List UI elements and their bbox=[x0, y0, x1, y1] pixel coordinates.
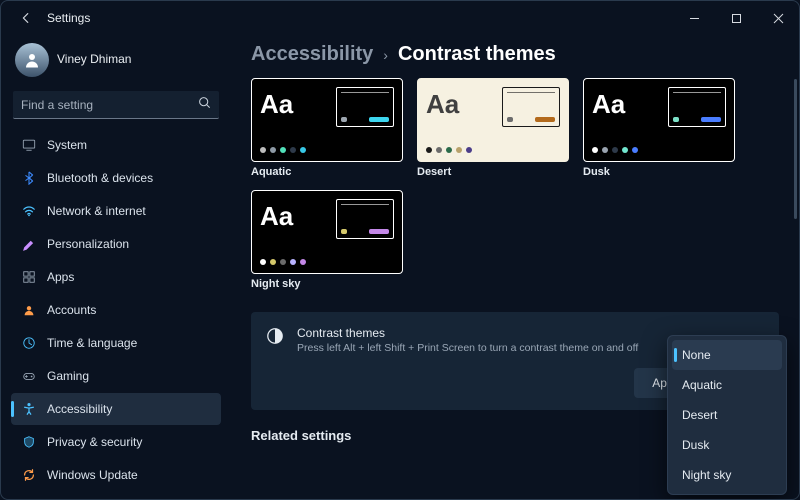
theme-card-dusk[interactable]: Aa Dusk bbox=[583, 78, 735, 178]
profile[interactable]: Viney Dhiman bbox=[11, 41, 221, 85]
dropdown-option-none[interactable]: None bbox=[672, 340, 782, 370]
swatches bbox=[592, 147, 638, 153]
dropdown-option-dusk[interactable]: Dusk bbox=[672, 430, 782, 460]
theme-dropdown[interactable]: None Aquatic Desert Dusk Night sky bbox=[667, 335, 787, 495]
sidebar-item-label: Personalization bbox=[47, 237, 129, 251]
dropdown-option-aquatic[interactable]: Aquatic bbox=[672, 370, 782, 400]
update-icon bbox=[21, 467, 37, 483]
theme-thumb: Aa bbox=[251, 190, 403, 274]
sidebar-item-label: Apps bbox=[47, 270, 74, 284]
accessibility-icon bbox=[21, 401, 37, 417]
sidebar-item-label: Bluetooth & devices bbox=[47, 171, 153, 185]
window-mini-icon bbox=[502, 87, 560, 127]
sidebar-item-personalization[interactable]: Personalization bbox=[11, 228, 221, 260]
swatches bbox=[260, 259, 306, 265]
gaming-icon bbox=[21, 368, 37, 384]
sidebar-item-system[interactable]: System bbox=[11, 129, 221, 161]
main-content: Accessibility › Contrast themes Aa Aquat… bbox=[229, 35, 799, 499]
window-mini-icon bbox=[668, 87, 726, 127]
network-icon bbox=[21, 203, 37, 219]
minimize-button[interactable] bbox=[673, 1, 715, 35]
window-title: Settings bbox=[47, 11, 90, 25]
close-button[interactable] bbox=[757, 1, 799, 35]
sidebar-item-gaming[interactable]: Gaming bbox=[11, 360, 221, 392]
theme-label: Desert bbox=[417, 166, 569, 178]
theme-label: Aquatic bbox=[251, 166, 403, 178]
sidebar-item-label: Windows Update bbox=[47, 468, 138, 482]
bluetooth-icon bbox=[21, 170, 37, 186]
time-icon bbox=[21, 335, 37, 351]
contrast-icon bbox=[265, 326, 285, 346]
dropdown-option-label: None bbox=[682, 348, 711, 362]
swatches bbox=[260, 147, 306, 153]
breadcrumb: Accessibility › Contrast themes bbox=[251, 43, 779, 66]
theme-label: Night sky bbox=[251, 278, 403, 290]
sidebar: Viney Dhiman System Bluetooth & devices … bbox=[1, 35, 229, 499]
sidebar-item-time[interactable]: Time & language bbox=[11, 327, 221, 359]
theme-grid: Aa Aquatic Aa Desert Aa bbox=[251, 78, 779, 290]
back-button[interactable] bbox=[13, 5, 39, 31]
window-controls bbox=[673, 1, 799, 35]
theme-card-nightsky[interactable]: Aa Night sky bbox=[251, 190, 403, 290]
personalization-icon bbox=[21, 236, 37, 252]
sidebar-item-bluetooth[interactable]: Bluetooth & devices bbox=[11, 162, 221, 194]
accounts-icon bbox=[21, 302, 37, 318]
sidebar-item-update[interactable]: Windows Update bbox=[11, 459, 221, 491]
dropdown-option-label: Desert bbox=[682, 408, 717, 422]
dropdown-option-label: Aquatic bbox=[682, 378, 722, 392]
dropdown-option-desert[interactable]: Desert bbox=[672, 400, 782, 430]
nav: System Bluetooth & devices Network & int… bbox=[11, 129, 221, 491]
search-input[interactable] bbox=[13, 91, 219, 119]
panel-subtitle: Press left Alt + left Shift + Print Scre… bbox=[297, 342, 638, 354]
theme-label: Dusk bbox=[583, 166, 735, 178]
theme-card-aquatic[interactable]: Aa Aquatic bbox=[251, 78, 403, 178]
dropdown-option-label: Night sky bbox=[682, 468, 731, 482]
profile-name: Viney Dhiman bbox=[57, 53, 131, 67]
sidebar-item-label: Accounts bbox=[47, 303, 96, 317]
chevron-right-icon: › bbox=[383, 47, 388, 63]
sidebar-item-network[interactable]: Network & internet bbox=[11, 195, 221, 227]
sidebar-item-accessibility[interactable]: Accessibility bbox=[11, 393, 221, 425]
apps-icon bbox=[21, 269, 37, 285]
theme-thumb: Aa bbox=[583, 78, 735, 162]
sidebar-item-label: Time & language bbox=[47, 336, 137, 350]
sidebar-item-apps[interactable]: Apps bbox=[11, 261, 221, 293]
avatar bbox=[15, 43, 49, 77]
maximize-button[interactable] bbox=[715, 1, 757, 35]
theme-thumb: Aa bbox=[251, 78, 403, 162]
window-mini-icon bbox=[336, 199, 394, 239]
swatches bbox=[426, 147, 472, 153]
scrollbar[interactable] bbox=[794, 79, 797, 219]
titlebar: Settings bbox=[1, 1, 799, 35]
theme-thumb: Aa bbox=[417, 78, 569, 162]
sidebar-item-label: Network & internet bbox=[47, 204, 146, 218]
sidebar-item-label: Accessibility bbox=[47, 402, 112, 416]
dropdown-option-nightsky[interactable]: Night sky bbox=[672, 460, 782, 490]
search-field[interactable] bbox=[21, 98, 198, 112]
system-icon bbox=[21, 137, 37, 153]
panel-title: Contrast themes bbox=[297, 326, 638, 340]
page-title: Contrast themes bbox=[398, 43, 556, 66]
sidebar-item-label: Gaming bbox=[47, 369, 89, 383]
theme-card-desert[interactable]: Aa Desert bbox=[417, 78, 569, 178]
sidebar-item-label: Privacy & security bbox=[47, 435, 142, 449]
sidebar-item-privacy[interactable]: Privacy & security bbox=[11, 426, 221, 458]
sidebar-item-accounts[interactable]: Accounts bbox=[11, 294, 221, 326]
dropdown-option-label: Dusk bbox=[682, 438, 709, 452]
privacy-icon bbox=[21, 434, 37, 450]
sidebar-item-label: System bbox=[47, 138, 87, 152]
search-icon bbox=[198, 96, 211, 114]
breadcrumb-parent[interactable]: Accessibility bbox=[251, 43, 373, 66]
window-mini-icon bbox=[336, 87, 394, 127]
